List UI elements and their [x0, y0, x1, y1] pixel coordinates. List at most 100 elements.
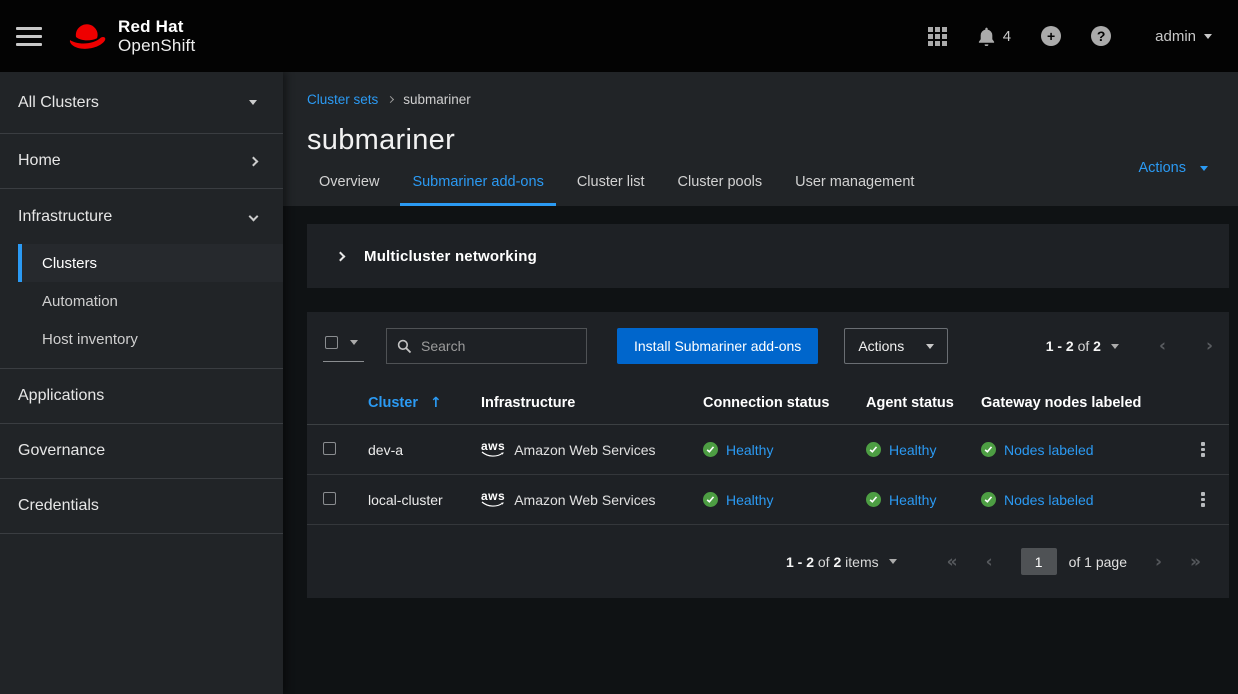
- cluster-selector-dropdown[interactable]: All Clusters: [0, 72, 283, 134]
- agent-status-link[interactable]: Healthy: [889, 442, 936, 458]
- nav-toggle-hamburger-icon[interactable]: [16, 27, 42, 46]
- multicluster-networking-expandable[interactable]: Multicluster networking: [307, 224, 1229, 288]
- sidebar-item-applications[interactable]: Applications: [0, 369, 283, 424]
- redhat-fedora-icon: [66, 20, 108, 52]
- app-launcher-button[interactable]: [928, 27, 947, 46]
- connection-status-link[interactable]: Healthy: [726, 442, 773, 458]
- prev-page-icon[interactable]: ‹: [986, 552, 993, 572]
- caret-down-icon: [926, 344, 934, 349]
- tab-bar: Overview Submariner add-ons Cluster list…: [307, 174, 1212, 206]
- row-checkbox[interactable]: [323, 492, 336, 505]
- column-header-cluster[interactable]: Cluster ↑: [368, 395, 481, 411]
- sidebar-item-label: Infrastructure: [18, 208, 112, 226]
- sidebar-item-credentials[interactable]: Credentials: [0, 479, 283, 534]
- chevron-right-icon: [336, 251, 346, 261]
- table-header-row: Cluster ↑ Infrastructure Connection stat…: [307, 381, 1229, 425]
- first-page-icon[interactable]: «: [947, 552, 958, 572]
- page-actions-dropdown[interactable]: Actions: [1138, 160, 1208, 176]
- row-kebab-menu[interactable]: [1185, 436, 1221, 463]
- expandable-section-title: Multicluster networking: [364, 248, 537, 265]
- caret-down-icon: [350, 340, 358, 345]
- install-submariner-button[interactable]: Install Submariner add-ons: [617, 328, 818, 364]
- check-circle-icon: [981, 442, 996, 457]
- gateway-nodes-cell: Nodes labeled: [981, 442, 1177, 458]
- page-header: Cluster sets submariner submariner Overv…: [283, 72, 1238, 206]
- tab-user-management[interactable]: User management: [783, 174, 926, 206]
- tab-submariner-add-ons[interactable]: Submariner add-ons: [400, 174, 555, 206]
- sidebar-item-clusters[interactable]: Clusters: [18, 244, 283, 282]
- connection-status-cell: Healthy: [703, 442, 866, 458]
- row-checkbox[interactable]: [323, 442, 336, 455]
- connection-status-link[interactable]: Healthy: [726, 492, 773, 508]
- search-input[interactable]: [421, 338, 576, 354]
- pagination-options-toggle[interactable]: [1111, 344, 1119, 349]
- sidebar-item-infrastructure[interactable]: Infrastructure: [0, 189, 283, 244]
- pagination-range: 1 - 2: [1046, 338, 1074, 354]
- chevron-down-icon: [1204, 34, 1212, 39]
- column-header-connection-status: Connection status: [703, 395, 866, 411]
- row-kebab-menu[interactable]: [1185, 486, 1221, 513]
- last-page-icon[interactable]: »: [1190, 552, 1201, 572]
- sidebar-item-label: Credentials: [18, 497, 99, 515]
- table-actions-dropdown[interactable]: Actions: [844, 328, 948, 364]
- notification-count: 4: [1003, 28, 1011, 45]
- pagination-of: of: [1078, 338, 1090, 354]
- sidebar-item-label: Host inventory: [42, 331, 138, 348]
- sidebar-item-label: Governance: [18, 442, 105, 460]
- caret-down-icon: [249, 100, 257, 105]
- connection-status-cell: Healthy: [703, 492, 866, 508]
- search-icon: [397, 339, 412, 354]
- sidebar-item-host-inventory[interactable]: Host inventory: [18, 320, 283, 358]
- pagination-range: 1 - 2: [786, 554, 814, 570]
- pagination-options-toggle[interactable]: [889, 559, 897, 564]
- create-resource-button[interactable]: +: [1041, 26, 1061, 46]
- cluster-name: dev-a: [368, 442, 481, 458]
- of-pages-label: of 1 page: [1069, 554, 1127, 570]
- check-circle-icon: [703, 492, 718, 507]
- user-menu-dropdown[interactable]: admin: [1155, 28, 1212, 45]
- breadcrumb: Cluster sets submariner: [307, 92, 1212, 107]
- sidebar-item-label: Clusters: [42, 255, 97, 272]
- sidebar-item-home[interactable]: Home: [0, 134, 283, 189]
- brand-name: Red Hat: [118, 17, 195, 36]
- pagination-total: 2: [833, 554, 841, 570]
- infrastructure-name: Amazon Web Services: [514, 442, 655, 458]
- gateway-nodes-link[interactable]: Nodes labeled: [1004, 492, 1094, 508]
- infrastructure-cell: aws Amazon Web Services: [481, 491, 703, 508]
- next-page-icon[interactable]: ›: [1206, 336, 1213, 356]
- notifications-button[interactable]: 4: [977, 27, 1011, 46]
- table-actions-label: Actions: [858, 338, 904, 354]
- table-row: dev-a aws Amazon Web Services Healthy: [307, 425, 1229, 475]
- table-row: local-cluster aws Amazon Web Services He…: [307, 475, 1229, 525]
- infrastructure-subnav: Clusters Automation Host inventory: [0, 244, 283, 369]
- page-title: submariner: [307, 124, 1212, 157]
- pagination-of: of: [818, 554, 830, 570]
- bell-icon: [977, 27, 996, 46]
- tab-overview[interactable]: Overview: [307, 174, 391, 206]
- bulk-select-checkbox[interactable]: [325, 336, 338, 349]
- current-page-input[interactable]: [1021, 548, 1057, 575]
- sidebar-item-governance[interactable]: Governance: [0, 424, 283, 479]
- prev-page-icon[interactable]: ‹: [1159, 336, 1166, 356]
- help-button[interactable]: ?: [1091, 26, 1111, 46]
- next-page-icon[interactable]: ›: [1155, 552, 1162, 572]
- bulk-select-dropdown[interactable]: [323, 330, 364, 362]
- sort-ascending-icon: ↑: [430, 395, 442, 411]
- app-launcher-grid-icon: [928, 27, 947, 46]
- column-header-infrastructure: Infrastructure: [481, 395, 703, 411]
- main-area: Cluster sets submariner submariner Overv…: [283, 72, 1238, 694]
- agent-status-link[interactable]: Healthy: [889, 492, 936, 508]
- sidebar-item-automation[interactable]: Automation: [18, 282, 283, 320]
- agent-status-cell: Healthy: [866, 442, 981, 458]
- gateway-nodes-link[interactable]: Nodes labeled: [1004, 442, 1094, 458]
- pagination-bottom: 1 - 2 of 2 items « ‹ of 1 page › »: [307, 525, 1229, 598]
- chevron-down-icon: [249, 212, 259, 222]
- aws-icon: aws: [481, 441, 505, 458]
- gateway-nodes-cell: Nodes labeled: [981, 492, 1177, 508]
- tab-cluster-list[interactable]: Cluster list: [565, 174, 657, 206]
- breadcrumb-link-cluster-sets[interactable]: Cluster sets: [307, 92, 378, 107]
- tab-cluster-pools[interactable]: Cluster pools: [666, 174, 775, 206]
- question-circle-icon: ?: [1091, 26, 1111, 46]
- brand-logo: Red Hat OpenShift: [66, 17, 195, 55]
- pagination-total: 2: [1093, 338, 1101, 354]
